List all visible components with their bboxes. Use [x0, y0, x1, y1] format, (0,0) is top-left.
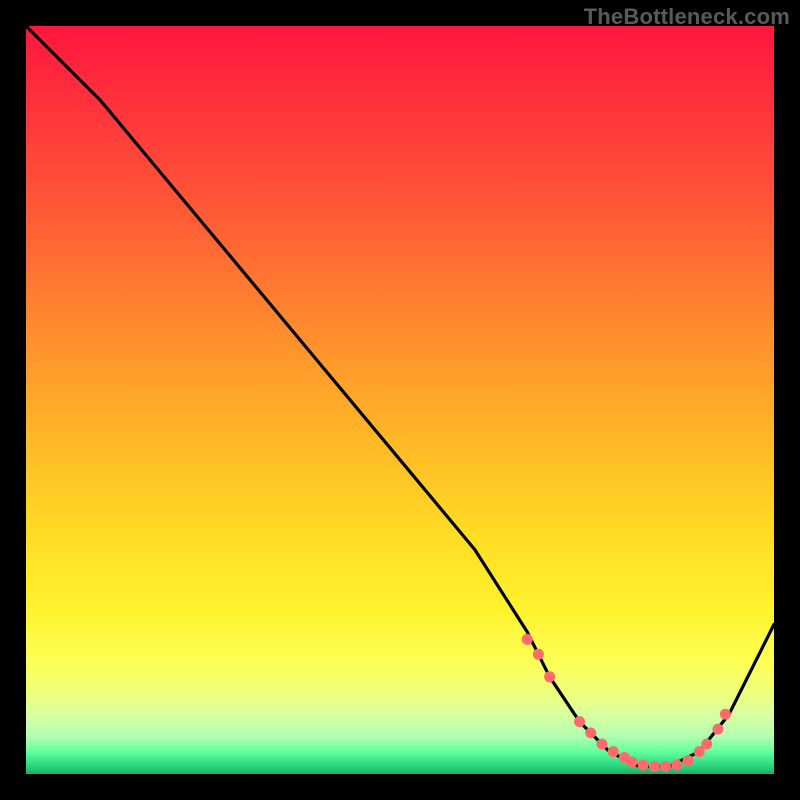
- marker-dot: [533, 649, 544, 660]
- marker-dot: [585, 727, 596, 738]
- marker-dot: [683, 755, 694, 766]
- chart-frame: TheBottleneck.com: [0, 0, 800, 800]
- bottleneck-curve: [26, 26, 774, 767]
- marker-dot: [638, 760, 649, 771]
- plot-area: [26, 26, 774, 774]
- marker-dot: [522, 634, 533, 645]
- marker-dot: [597, 739, 608, 750]
- marker-dot: [649, 761, 660, 772]
- marker-dot: [660, 761, 671, 772]
- marker-dot: [544, 671, 555, 682]
- marker-dot: [671, 760, 682, 771]
- highlight-dots: [522, 634, 731, 772]
- marker-dot: [608, 746, 619, 757]
- marker-dot: [701, 739, 712, 750]
- marker-dot: [626, 757, 637, 768]
- marker-dot: [574, 716, 585, 727]
- attribution-label: TheBottleneck.com: [584, 4, 790, 30]
- curve-layer: [26, 26, 774, 774]
- marker-dot: [720, 709, 731, 720]
- marker-dot: [712, 724, 723, 735]
